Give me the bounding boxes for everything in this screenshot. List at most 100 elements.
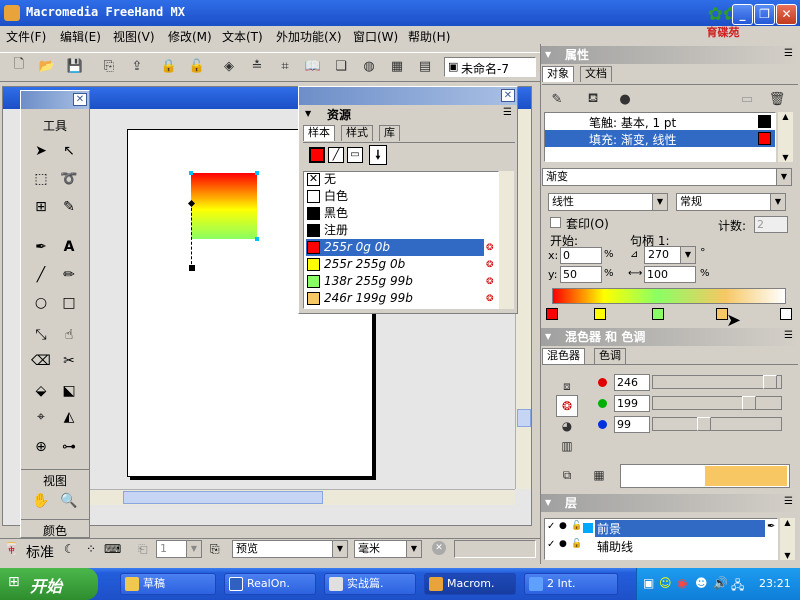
ellipse-tool-icon[interactable]: ○	[29, 291, 53, 315]
panel-options-icon[interactable]: ☰	[784, 48, 793, 59]
group-icon[interactable]: ◈	[218, 55, 240, 77]
layer-row[interactable]: ✓ ● 🔓 辅助线	[545, 538, 777, 555]
moon-icon[interactable]: ☾	[64, 542, 75, 556]
mirror-tool-icon[interactable]: ◭	[57, 405, 81, 429]
line-tool-icon[interactable]: ╱	[29, 263, 53, 287]
knife-tool-icon[interactable]: ✂	[57, 349, 81, 373]
page-prev-icon[interactable]: ⎗	[138, 542, 148, 557]
layer-row-selected[interactable]: ✓ ● 🔓 前景 ✒	[545, 520, 777, 537]
properties-list-scrollbar[interactable]: ▲ ▼	[778, 112, 793, 162]
green-slider[interactable]	[652, 396, 782, 410]
lock-icon[interactable]: 🔒	[158, 55, 180, 77]
tray-app-icon[interactable]: ▣	[643, 576, 654, 590]
hand-tool-icon[interactable]: ✋	[29, 489, 53, 513]
angle-select[interactable]: 270 ▼	[644, 246, 696, 264]
tint-grid-icon[interactable]: ▦	[588, 464, 610, 486]
tab-object[interactable]: 对象	[542, 66, 574, 82]
swatch-list-scrollbar[interactable]	[499, 171, 514, 309]
fill-swatch-button[interactable]	[309, 147, 325, 163]
scale-transform-icon[interactable]: ⤡	[29, 323, 53, 347]
blend-mode-select[interactable]: 常规 ▼	[676, 193, 786, 211]
keyboard-icon[interactable]: ⌨	[104, 542, 121, 556]
width-field[interactable]: 100	[644, 266, 696, 283]
red-slider-thumb[interactable]	[763, 375, 777, 389]
visibility-icon[interactable]: ●	[559, 539, 567, 549]
red-field[interactable]: 246	[614, 374, 650, 391]
tab-styles[interactable]: 样式	[341, 125, 373, 141]
add-swatch-button[interactable]: 🠗	[369, 145, 387, 165]
panel-options-icon[interactable]: ☰	[784, 496, 793, 507]
pointer-tool-icon[interactable]: ➤	[29, 139, 53, 163]
swatch-item[interactable]: 黑色	[306, 205, 488, 222]
unlock-icon[interactable]: 🔓	[186, 55, 208, 77]
view-mode-select[interactable]: 预览 ▼	[232, 540, 348, 558]
transform-icon[interactable]: ⌗	[274, 55, 296, 77]
tray-volume-icon[interactable]: 🔊	[713, 576, 728, 590]
selection-handle[interactable]	[255, 237, 259, 241]
count-field[interactable]: 2	[754, 216, 788, 233]
page-select[interactable]: 1 ▼	[156, 540, 202, 558]
add-effect-icon[interactable]: ●	[614, 88, 636, 110]
hls-mode-icon[interactable]: ◕	[556, 415, 578, 437]
cmyk-mode-icon[interactable]: ⧈	[556, 375, 578, 397]
units-select[interactable]: 毫米 ▼	[354, 540, 422, 558]
tray-antivirus-icon[interactable]: ◉	[677, 576, 687, 590]
blue-field[interactable]: 99	[614, 416, 650, 433]
menu-edit[interactable]: 编辑(E)	[60, 28, 101, 45]
save-icon[interactable]: 💾	[64, 55, 86, 77]
tab-tints[interactable]: 色调	[594, 348, 626, 364]
swatch-item[interactable]: 246r 199g 99b	[306, 290, 488, 307]
zoom-tool-icon[interactable]: 🔍	[57, 489, 81, 513]
tab-library[interactable]: 库	[379, 125, 400, 141]
new-file-icon[interactable]: 🗋	[8, 55, 30, 77]
start-button[interactable]: ⊞ 开始	[0, 568, 98, 600]
green-slider-thumb[interactable]	[742, 396, 756, 410]
minimize-button[interactable]: _	[732, 4, 753, 25]
system-color-icon[interactable]: ▥	[556, 435, 578, 457]
visibility-icon[interactable]: ●	[559, 521, 567, 531]
layers-scrollbar[interactable]: ▲ ▼	[780, 518, 795, 560]
blue-slider-thumb[interactable]	[697, 417, 711, 431]
swatch-item[interactable]: 138r 255g 99b	[306, 273, 488, 290]
menu-text[interactable]: 文本(T)	[222, 28, 263, 45]
close-icon[interactable]: ✕	[501, 89, 515, 102]
eyedropper-tool-icon[interactable]: ✎	[57, 195, 81, 219]
tray-messenger-icon[interactable]: ☻	[695, 576, 708, 590]
color-preview[interactable]	[620, 464, 790, 488]
gradient-ramp[interactable]	[552, 288, 786, 304]
connector-tool-icon[interactable]: ⊕	[29, 435, 53, 459]
page-tool-icon[interactable]: ⬚	[29, 167, 53, 191]
red-slider[interactable]	[652, 375, 782, 389]
menu-window[interactable]: 窗口(W)	[353, 28, 398, 45]
scale-tool-icon[interactable]: ⊞	[29, 195, 53, 219]
pages-icon[interactable]: ▤	[414, 55, 436, 77]
stroke-swatch-icon[interactable]: ╱	[328, 147, 344, 163]
rgb-mode-icon[interactable]: ❂	[556, 395, 578, 417]
gradient-stop[interactable]	[652, 308, 664, 320]
lock-icon[interactable]: 🔓	[571, 539, 582, 549]
selection-handle[interactable]	[189, 171, 193, 175]
panel-collapse-icon[interactable]: ▼	[545, 498, 551, 507]
menu-xtras[interactable]: 外加功能(X)	[276, 28, 342, 45]
import-icon[interactable]: ⎘	[98, 55, 120, 77]
align-icon[interactable]: ≛	[246, 55, 268, 77]
trash-icon[interactable]: 🗑	[766, 88, 788, 110]
trace-tool-icon[interactable]: ⌖	[29, 405, 53, 429]
tab-swatches[interactable]: 样本	[303, 125, 335, 141]
taskbar-item-tutorial[interactable]: 实战篇.	[324, 573, 416, 595]
gradient-kind-select[interactable]: 线性 ▼	[548, 193, 668, 211]
green-field[interactable]: 199	[614, 395, 650, 412]
tab-document[interactable]: 文档	[580, 66, 612, 82]
tray-emoticon-icon[interactable]: ☺	[659, 576, 672, 590]
gradient-stop[interactable]	[780, 308, 792, 320]
close-button[interactable]: ✕	[776, 4, 797, 25]
panel-options-icon[interactable]: ☰	[503, 107, 512, 118]
color-icon[interactable]: ◍	[358, 55, 380, 77]
extrude-tool-icon[interactable]: ⬙	[29, 379, 53, 403]
gradient-end-handle[interactable]	[189, 265, 195, 271]
swatch-item[interactable]: ✕ 无	[306, 171, 488, 188]
freeform-tool-icon[interactable]: ☝	[57, 323, 81, 347]
add-stroke-icon[interactable]: ✎	[546, 88, 568, 110]
selection-handle[interactable]	[255, 171, 259, 175]
duplicate-item-icon[interactable]: ▭	[736, 88, 758, 110]
